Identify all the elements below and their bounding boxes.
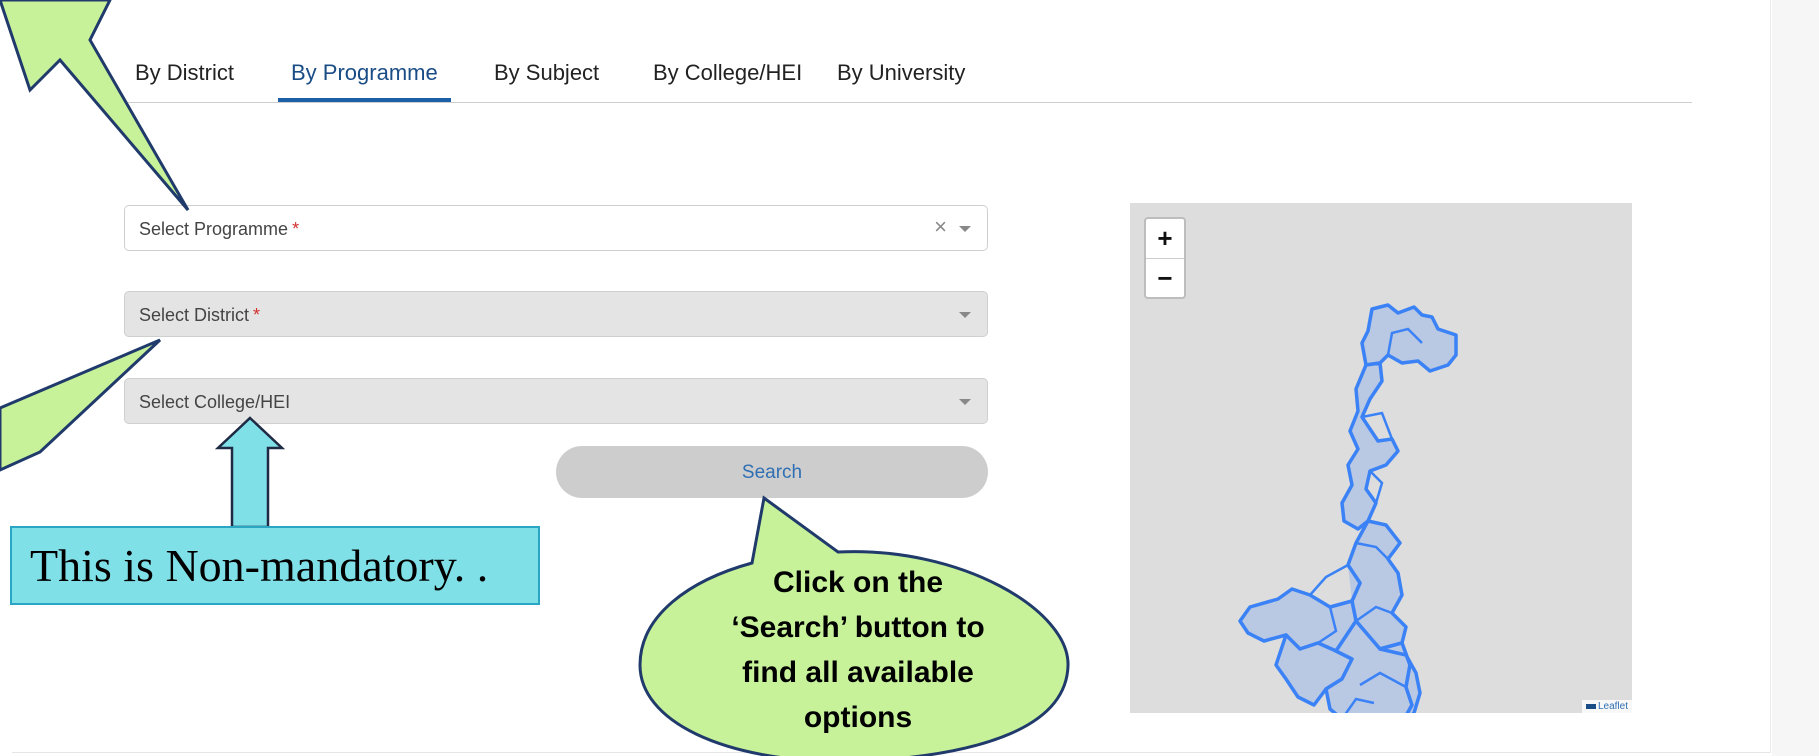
callout-pointer-programme [0, 0, 190, 211]
search-callout-text: Click on the ‘Search’ button to find all… [731, 566, 985, 734]
up-arrow-icon [214, 416, 286, 529]
callout-pointer-district [0, 338, 162, 472]
non-mandatory-note: This is Non-mandatory. . [10, 526, 540, 605]
